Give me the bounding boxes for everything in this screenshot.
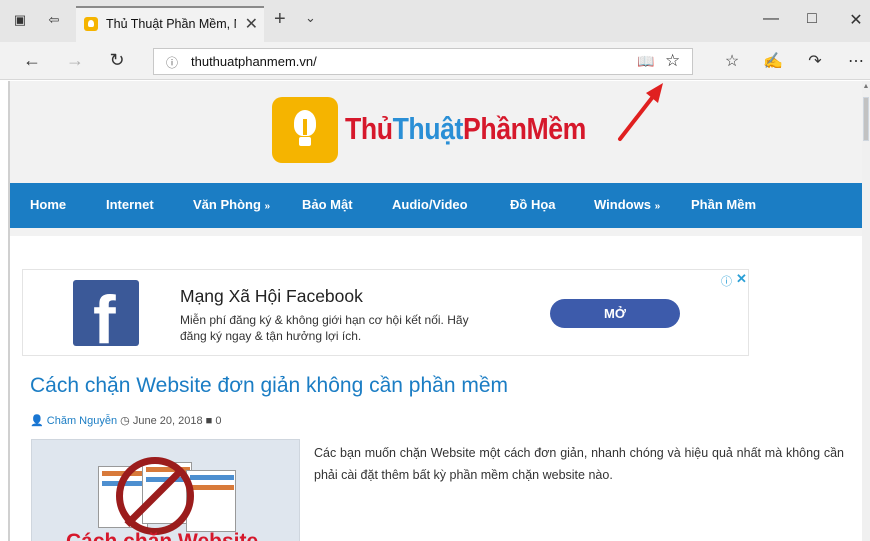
clock-icon: ◷ [120,415,130,427]
page-scrollbar[interactable]: ▲ [862,81,870,541]
menu-item-windows[interactable]: Windows » [594,197,660,212]
menu-item-do-hoa[interactable]: Đồ Họa [510,197,556,212]
favicon [84,17,98,31]
ad-close-icon[interactable]: ✕ [736,271,747,287]
annotation-arrow [618,83,663,141]
post-excerpt: Các bạn muốn chặn Website một cách đơn g… [314,446,844,482]
tab-close-icon[interactable]: ✕ [245,14,258,34]
ad-banner[interactable]: f Mạng Xã Hội Facebook Miễn phí đăng ký … [22,269,749,356]
favorite-star-icon[interactable]: ☆ [665,51,680,71]
menu-item-bao-mat[interactable]: Bảo Mật [302,197,353,212]
pen-icon[interactable]: ✍ [762,51,784,71]
back-icon[interactable]: ← [21,50,43,71]
refresh-icon[interactable]: ↻ [106,50,128,71]
site-info-icon[interactable]: ⓘ [166,54,178,71]
forward-icon[interactable]: → [64,50,86,71]
ad-open-button[interactable]: MỞ [550,299,680,328]
post-title[interactable]: Cách chặn Website đơn giản không cần phầ… [30,374,508,398]
url-text[interactable]: thuthuatphanmem.vn/ [191,54,317,69]
site-header: ThủThuậtPhầnMềm [10,81,862,183]
browser-tab[interactable]: Thủ Thuật Phần Mềm, N ✕ [76,6,264,42]
post-date: June 20, 2018 [132,415,203,427]
facebook-logo-icon: f [73,280,139,346]
menu-item-internet[interactable]: Internet [106,197,154,212]
thumbnail-caption: Cách chặn Website [66,530,258,541]
ad-title[interactable]: Mạng Xã Hội Facebook [180,286,363,307]
more-icon[interactable]: ⋯ [845,51,867,71]
post-thumbnail[interactable]: Cách chặn Website [31,439,300,541]
tab-actions-icon[interactable]: ▣ [12,12,28,28]
new-tab-icon[interactable]: + [274,8,286,31]
set-aside-icon[interactable]: ⇦ [46,12,62,28]
navigation-bar: ← → ↻ ⓘ thuthuatphanmem.vn/ 📖 ☆ ☆ ✍ ↷ ⋯ [0,42,870,80]
menu-item-phan-mem[interactable]: Phần Mềm [691,197,756,212]
ad-description: Miễn phí đăng ký & không giới hạn cơ hội… [180,313,469,343]
comment-icon: ■ [205,415,213,427]
address-bar[interactable]: ⓘ thuthuatphanmem.vn/ 📖 ☆ [153,48,693,75]
page-viewport: ThủThuậtPhầnMềm Home Internet Văn Phòng … [10,81,862,541]
scrollbar-thumb[interactable] [863,97,869,141]
close-icon[interactable]: ✕ [846,10,866,30]
user-icon: 👤 [30,415,44,427]
menu-item-home[interactable]: Home [30,197,66,212]
reading-view-icon[interactable]: 📖 [637,53,654,70]
post-author[interactable]: Chăm Nguyễn [47,415,117,427]
menu-item-audio-video[interactable]: Audio/Video [392,197,468,212]
prohibited-icon [116,457,194,535]
tab-list-icon[interactable]: ⌄ [305,10,316,26]
menu-item-van-phong[interactable]: Văn Phòng » [193,197,270,212]
main-menu: Home Internet Văn Phòng » Bảo Mật Audio/… [10,183,862,228]
main-content: f Mạng Xã Hội Facebook Miễn phí đăng ký … [10,236,862,541]
minimize-icon[interactable]: — [761,10,781,28]
ad-info-icon[interactable]: ⓘ [721,273,732,289]
post-meta: 👤 Chăm Nguyễn ◷ June 20, 2018 ■ 0 [30,414,221,427]
favorites-hub-icon[interactable]: ☆ [721,51,743,71]
share-icon[interactable]: ↷ [804,51,826,71]
maximize-icon[interactable]: □ [802,10,822,28]
title-bar: ▣ ⇦ Thủ Thuật Phần Mềm, N ✕ + ⌄ — □ ✕ [0,0,870,42]
comment-count[interactable]: 0 [215,415,221,427]
scroll-up-icon[interactable]: ▲ [862,83,870,90]
tab-title: Thủ Thuật Phần Mềm, N [106,17,236,31]
